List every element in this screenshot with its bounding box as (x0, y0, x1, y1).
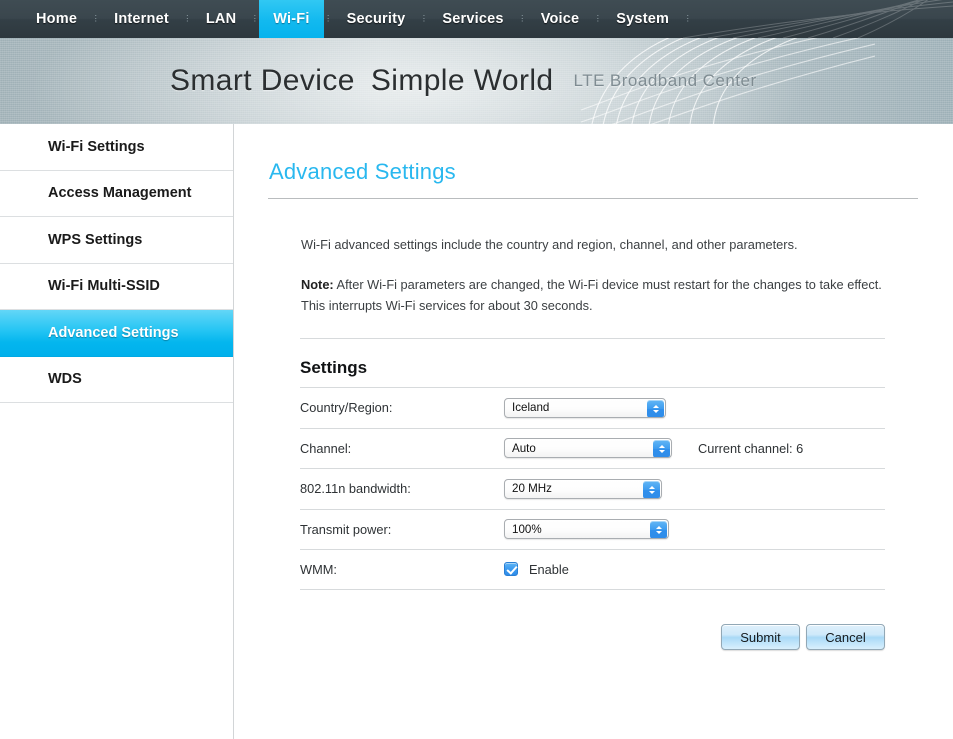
nav-separator-icon: ⋮ (249, 14, 261, 24)
main-content: Advanced Settings Wi-Fi advanced setting… (234, 124, 953, 739)
nav-separator-icon: ⋮ (418, 14, 430, 24)
country-select[interactable]: Iceland (504, 397, 666, 418)
note-label: Note: (301, 277, 334, 292)
chevron-updown-icon[interactable] (643, 480, 660, 498)
slogan-part-1: Smart Device (170, 64, 355, 97)
banner-slogan: Smart Device Simple World (170, 64, 554, 98)
transmit-power-select-value: 100% (512, 522, 542, 536)
nav-item-internet[interactable]: Internet (100, 0, 183, 38)
wmm-label: WMM: (300, 561, 337, 577)
sidebar-menu: Wi-Fi Settings Access Management WPS Setti… (0, 124, 234, 739)
nav-separator-icon: ⋮ (90, 14, 102, 24)
subtitle-word-broadband: Broadband (609, 71, 698, 90)
page-title-divider (268, 198, 918, 199)
slogan-part-2: Simple World (370, 64, 554, 97)
banner-text-group: Smart Device Simple World LTE Broadband Cen… (170, 38, 762, 124)
transmit-power-control: 100% (504, 519, 669, 540)
channel-control: Auto Current channel: 6 (504, 438, 804, 459)
form-actions: Submit Cancel (721, 624, 885, 650)
nav-item-security[interactable]: Security (333, 0, 420, 38)
nav-item-services[interactable]: Services (428, 0, 517, 38)
page-body: Wi-Fi Settings Access Management WPS Setti… (0, 124, 953, 739)
wmm-enable-label[interactable]: Enable (529, 562, 569, 577)
form-row-channel: Channel: Auto Current channel: 6 (300, 427, 885, 469)
form-row-transmit-power: Transmit power: 100% (300, 508, 885, 550)
form-row-bandwidth: 802.11n bandwidth: 20 MHz (300, 468, 885, 509)
page-title: Advanced Settings (269, 159, 456, 184)
nav-item-voice[interactable]: Voice (527, 0, 594, 38)
bandwidth-label: 802.11n bandwidth: (300, 481, 411, 497)
settings-form: Country/Region: Iceland Channel: Auto Cu… (300, 387, 885, 590)
nav-separator-icon: ⋮ (592, 14, 604, 24)
nav-item-lan[interactable]: LAN (192, 0, 250, 38)
settings-section-divider (300, 338, 885, 339)
bandwidth-select-value: 20 MHz (512, 482, 552, 496)
channel-select-value: Auto (512, 441, 536, 455)
wmm-enable-checkbox[interactable] (504, 562, 518, 577)
chevron-updown-icon[interactable] (647, 399, 664, 417)
bandwidth-select[interactable]: 20 MHz (504, 478, 662, 499)
bandwidth-control: 20 MHz (504, 478, 662, 499)
nav-item-system[interactable]: System (602, 0, 683, 38)
top-navigation-bar: Home ⋮ Internet ⋮ LAN ⋮ Wi-Fi ⋮ Security ⋮ Service… (0, 0, 953, 38)
sidebar-item-wps-settings[interactable]: WPS Settings (0, 217, 233, 264)
note-paragraph: Note: After Wi-Fi parameters are changed… (301, 274, 886, 316)
nav-separator-icon: ⋮ (682, 14, 694, 24)
channel-select[interactable]: Auto (504, 438, 672, 459)
chevron-updown-icon[interactable] (650, 521, 667, 539)
nav-separator-icon: ⋮ (516, 14, 528, 24)
nav-item-wi-fi[interactable]: Wi-Fi (259, 0, 324, 38)
nav-item-list: Home ⋮ Internet ⋮ LAN ⋮ Wi-Fi ⋮ Security ⋮ Service… (0, 0, 694, 38)
settings-section-title: Settings (300, 358, 368, 377)
nav-item-home[interactable]: Home (22, 0, 91, 38)
transmit-power-label: Transmit power: (300, 521, 392, 537)
sidebar-item-wi-fi-multi-ssid[interactable]: Wi-Fi Multi-SSID (0, 264, 233, 310)
cancel-button[interactable]: Cancel (806, 624, 885, 650)
sidebar-item-advanced-settings[interactable]: Advanced Settings (0, 310, 233, 357)
channel-label: Channel: (300, 440, 352, 456)
subtitle-word-lte: LTE (573, 71, 605, 90)
sidebar-item-wds[interactable]: WDS (0, 357, 233, 403)
banner-subtitle: LTE Broadband Center (574, 71, 762, 91)
nav-separator-icon: ⋮ (181, 14, 193, 24)
country-select-value: Iceland (512, 401, 550, 415)
form-row-wmm: WMM: Enable (300, 549, 885, 590)
brand-banner: Smart Device Simple World LTE Broadband Cen… (0, 38, 953, 124)
sidebar-item-access-management[interactable]: Access Management (0, 171, 233, 217)
current-channel-text: Current channel: 6 (698, 440, 804, 456)
country-control: Iceland (504, 397, 666, 418)
sidebar-item-wi-fi-settings[interactable]: Wi-Fi Settings (0, 124, 233, 171)
intro-paragraph: Wi-Fi advanced settings include the coun… (301, 237, 798, 252)
country-label: Country/Region: (300, 400, 393, 416)
nav-separator-icon: ⋮ (322, 14, 334, 24)
wmm-control: Enable (504, 562, 569, 577)
submit-button[interactable]: Submit (721, 624, 800, 650)
note-text: After Wi-Fi parameters are changed, the … (301, 277, 882, 313)
chevron-updown-icon[interactable] (653, 440, 670, 458)
transmit-power-select[interactable]: 100% (504, 519, 669, 540)
subtitle-word-center: Center (702, 71, 757, 90)
form-row-country: Country/Region: Iceland (300, 387, 885, 428)
